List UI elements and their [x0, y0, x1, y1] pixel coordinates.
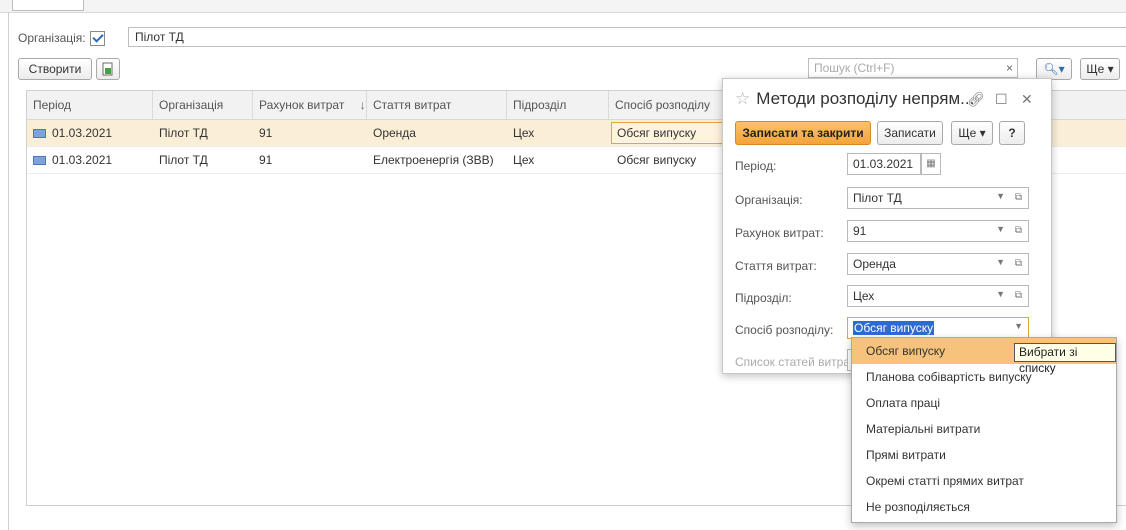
expense-item-input[interactable]: Оренда ▼	[847, 253, 1011, 275]
col-header-account-label: Рахунок витрат	[259, 98, 345, 112]
document-icon	[33, 156, 46, 166]
save-button[interactable]: Записати	[877, 121, 943, 145]
dropdown-item[interactable]: Прямі витрати	[852, 442, 1116, 468]
left-border	[8, 12, 9, 530]
maximize-icon[interactable]: ☐	[995, 91, 1008, 108]
document-icon	[33, 129, 46, 139]
dropdown-item[interactable]: Оплата праці	[852, 390, 1116, 416]
dropdown-item-label: Обсяг випуску	[866, 344, 946, 358]
organization-filter: Організація:	[18, 28, 111, 48]
search-button[interactable]: 🔍︎▾	[1036, 58, 1072, 80]
link-icon[interactable]: 🔗︎	[967, 91, 985, 108]
period-input[interactable]: 01.03.2021	[847, 153, 921, 175]
col-header-method[interactable]: Спосіб розподілу	[609, 91, 727, 119]
dropdown-item[interactable]: Окремі статті прямих витрат	[852, 468, 1116, 494]
department-input[interactable]: Цех ▼	[847, 285, 1011, 307]
form-more-button[interactable]: Ще ▾	[951, 121, 993, 145]
copy-icon	[102, 62, 113, 76]
organization-filter-checkbox[interactable]	[89, 30, 105, 46]
create-button[interactable]: Створити	[18, 58, 92, 80]
dropdown-item[interactable]: Матеріальні витрати	[852, 416, 1116, 442]
col-header-item[interactable]: Стаття витрат	[367, 91, 507, 119]
cell-account: 91	[259, 153, 273, 167]
organization-value: Пілот ТД	[853, 191, 902, 205]
sort-arrow-icon: ↓	[359, 98, 366, 112]
cell-period-text: 01.03.2021	[52, 153, 113, 167]
account-input[interactable]: 91 ▼	[847, 220, 1011, 242]
dropdown-arrow-icon[interactable]: ▼	[996, 289, 1005, 299]
col-header-account[interactable]: Рахунок витрат ↓	[253, 91, 367, 119]
department-label: Підрозділ:	[735, 291, 792, 305]
open-account-icon[interactable]: ⧉	[1009, 220, 1029, 242]
cell-period: 01.03.2021	[27, 147, 112, 173]
calendar-icon[interactable]: ▦	[921, 153, 941, 175]
close-icon[interactable]: ✕	[1021, 91, 1033, 108]
dropdown-arrow-icon[interactable]: ▼	[996, 191, 1005, 201]
save-and-close-button[interactable]: Записати та закрити	[735, 121, 871, 145]
record-form-window: ☆ Методи розподілу непрям... 🔗︎ ☐ ✕ Запис…	[722, 78, 1052, 374]
account-label: Рахунок витрат:	[735, 226, 824, 240]
organization-filter-label: Організація:	[18, 31, 86, 45]
method-input[interactable]: Обсяг випуску ▼	[847, 317, 1029, 339]
search-input[interactable]: Пошук (Ctrl+F) ×	[808, 58, 1018, 78]
dropdown-arrow-icon[interactable]: ▼	[1014, 321, 1023, 331]
method-dropdown-list: Обсяг випуску Вибрати зі списку Планова …	[851, 337, 1117, 523]
more-button[interactable]: Ще ▾	[1080, 58, 1120, 80]
dropdown-arrow-icon[interactable]: ▼	[996, 257, 1005, 267]
cell-department: Цех	[513, 153, 535, 167]
expense-item-label: Стаття витрат:	[735, 259, 817, 273]
period-label: Період:	[735, 159, 777, 173]
magnifier-icon: 🔍︎▾	[1043, 62, 1065, 76]
help-button[interactable]: ?	[999, 121, 1025, 145]
cell-account: 91	[259, 126, 273, 140]
organization-label: Організація:	[735, 193, 803, 207]
cell-period-text: 01.03.2021	[52, 126, 113, 140]
open-department-icon[interactable]: ⧉	[1009, 285, 1029, 307]
open-expense-item-icon[interactable]: ⧉	[1009, 253, 1029, 275]
tab-stub[interactable]	[12, 0, 84, 11]
cell-organization: Пілот ТД	[159, 126, 208, 140]
form-title-text: Методи розподілу непрям...	[756, 89, 975, 108]
account-value: 91	[853, 224, 867, 238]
dropdown-item[interactable]: Не розподіляється	[852, 494, 1116, 520]
cell-method: Обсяг випуску	[617, 153, 697, 167]
cell-method-active[interactable]: Обсяг випуску	[611, 122, 725, 144]
top-toolbar-strip	[0, 0, 1126, 13]
search-placeholder: Пошук (Ctrl+F)	[814, 61, 895, 75]
method-value-selected: Обсяг випуску	[853, 321, 935, 335]
form-title: ☆ Методи розподілу непрям...	[735, 89, 974, 109]
dropdown-item[interactable]: Планова собівартість випуску	[852, 364, 1116, 390]
expense-list-label: Список статей витрат:	[735, 355, 859, 369]
cell-organization: Пілот ТД	[159, 153, 208, 167]
cell-department: Цех	[513, 126, 535, 140]
dropdown-arrow-icon[interactable]: ▼	[996, 224, 1005, 234]
department-value: Цех	[853, 289, 875, 303]
star-icon[interactable]: ☆	[735, 89, 750, 108]
cell-item: Електроенергія (ЗВВ)	[373, 153, 494, 167]
organization-filter-field[interactable]: Пілот ТД	[128, 27, 1126, 47]
cell-item: Оренда	[373, 126, 416, 140]
col-header-period[interactable]: Період	[27, 91, 153, 119]
dropdown-item[interactable]: Обсяг випуску Вибрати зі списку	[852, 338, 1116, 375]
organization-input[interactable]: Пілот ТД ▼	[847, 187, 1011, 209]
cell-period: 01.03.2021	[27, 120, 112, 146]
open-organization-icon[interactable]: ⧉	[1009, 187, 1029, 209]
method-label: Спосіб розподілу:	[735, 323, 834, 337]
search-clear-icon[interactable]: ×	[1006, 61, 1013, 75]
col-header-organization[interactable]: Організація	[153, 91, 253, 119]
select-from-list-tooltip: Вибрати зі списку	[1014, 343, 1116, 375]
col-header-department[interactable]: Підрозділ	[507, 91, 609, 119]
copy-button[interactable]	[96, 58, 120, 80]
expense-item-value: Оренда	[853, 257, 896, 271]
